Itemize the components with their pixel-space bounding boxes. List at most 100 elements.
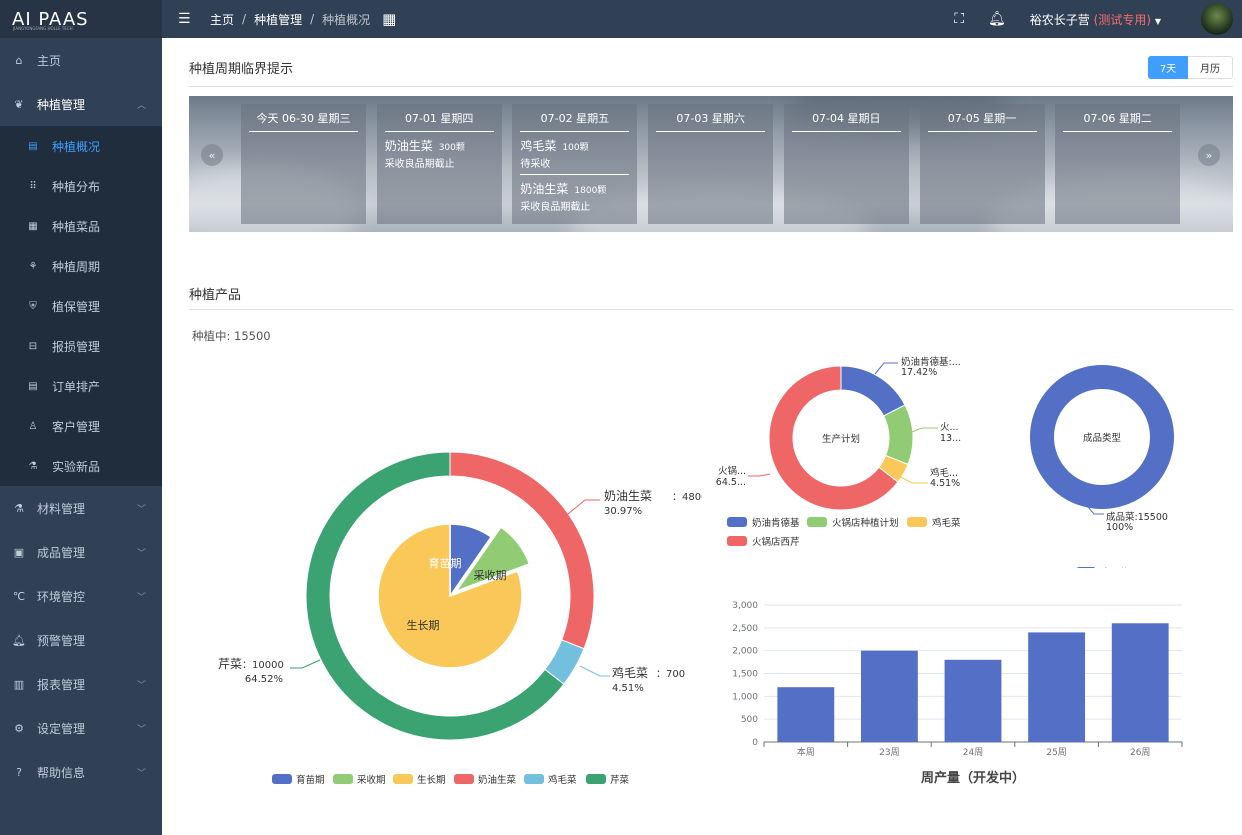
day-card[interactable]: 07-02 星期五 鸡毛菜 100颗 待采收 奶油生菜 1800颗 采收良品期截止 [512, 104, 638, 224]
sidebar-item-4[interactable]: ℃ 环境管控 ﹀ [0, 574, 162, 618]
app-logo[interactable]: AI PAAS JIANGYONGFANG HOLLE TECH [0, 0, 162, 38]
legend-swatch [727, 536, 747, 546]
chart-title: 周产量（开发中） [921, 770, 1025, 786]
x-tick-label: 26周 [1130, 747, 1150, 758]
callout-percent: 17.42% [901, 367, 937, 378]
sidebar-item-5[interactable]: 🔔︎ 预警管理 [0, 618, 162, 662]
sidebar: AI PAAS JIANGYONGFANG HOLLE TECH ⌂ 主页 ❦ 种植管理… [0, 0, 162, 835]
submenu-item-label: 种植菜品 [52, 219, 101, 234]
double-chevron-right-icon: » [1205, 148, 1213, 162]
submenu-item-3[interactable]: ⚘ 种植周期 [0, 246, 162, 286]
alert-entry[interactable]: 奶油生菜 300颗 采收良品期截止 [385, 132, 494, 174]
legend-label: 育苗期 [296, 774, 325, 786]
crop-qty: 300颗 [438, 143, 465, 153]
callout-line [874, 362, 898, 375]
x-tick-label: 23周 [879, 747, 899, 758]
day-card[interactable]: 今天 06-30 星期三 [241, 104, 366, 224]
day-card[interactable]: 07-05 星期一 [919, 104, 1045, 224]
sidebar-item-0[interactable]: ⌂ 主页 [0, 38, 162, 82]
callout-percent: 4.51% [612, 683, 644, 694]
sidebar-item-8[interactable]: ? 帮助信息 ﹀ [0, 750, 162, 794]
avatar[interactable] [1201, 3, 1233, 35]
x-tick-label: 24周 [963, 747, 983, 758]
submenu-item-5[interactable]: ⊟ 报损管理 [0, 326, 162, 366]
chevron-down-icon: ﹀ [136, 768, 146, 779]
submenu-item-1[interactable]: ⠿ 种植分布 [0, 166, 162, 206]
sidebar-item-7[interactable]: ⚙ 设定管理 ﹀ [0, 706, 162, 750]
production-plan-chart: 生产计划奶油肯德基:...17.42%火...13...鸡毛...4.51%火锅… [716, 356, 961, 548]
chevron-down-icon: ﹀ [136, 592, 146, 603]
sidebar-item-1[interactable]: ❦ 种植管理 ︿ [0, 82, 162, 126]
chart-center-title: 成品类型 [1083, 432, 1122, 444]
submenu-item-2[interactable]: ▦ 种植菜品 [0, 206, 162, 246]
sprout-icon: ❦ [14, 97, 24, 111]
alert-entry[interactable]: 奶油生菜 1800颗 采收良品期截止 [520, 175, 629, 217]
legend-label: 鸡毛菜 [932, 517, 961, 529]
callout-name: 芹菜 [218, 657, 242, 671]
sidebar-item-label: 环境管控 [37, 589, 86, 604]
submenu-item-0[interactable]: ▤ 种植概况 [0, 126, 162, 166]
legend-label: 火锅店西芹 [752, 536, 800, 548]
submenu: ▤ 种植概况 ⠿ 种植分布 ▦ 种植菜品 ⚘ 种植周期 ⛨ 植保管理 ⊟ 报损管理 ▤ 订单排产 ♙ 客户管理… [0, 126, 162, 486]
day-card[interactable]: 07-01 星期四 奶油生菜 300颗 采收良品期截止 [376, 104, 502, 224]
submenu-item-4[interactable]: ⛨ 植保管理 [0, 286, 162, 326]
sidebar-item-2[interactable]: ⚗ 材料管理 ﹀ [0, 486, 162, 530]
product-type-chart: 成品类型成品菜:15500100%成品菜 [1029, 365, 1174, 568]
sidebar-item-3[interactable]: ▣ 成品管理 ﹀ [0, 530, 162, 574]
legend-swatch [807, 517, 827, 527]
day-card[interactable]: 07-04 星期日 [783, 104, 909, 224]
callout-percent: 100% [1106, 522, 1133, 533]
breadcrumb-planting[interactable]: 种植管理 [254, 11, 302, 28]
alert-entry[interactable]: 鸡毛菜 100颗 待采收 [520, 132, 630, 175]
report-icon[interactable]: ▦ [382, 10, 396, 28]
tab-7-days[interactable]: 7天 [1148, 56, 1188, 79]
sidebar-item-label: 主页 [37, 53, 62, 68]
legend-label: 生长期 [417, 774, 446, 786]
submenu-item-8[interactable]: ⚗ 实验新品 [0, 446, 162, 486]
user-name: 裕农长子营 [1029, 12, 1090, 27]
submenu-item-7[interactable]: ♙ 客户管理 [0, 406, 162, 446]
sidebar-toggle-icon[interactable]: ☰ [178, 11, 192, 27]
crop-status: 待采收 [520, 159, 551, 170]
bar-3 [1028, 632, 1086, 742]
tab-calendar[interactable]: 月历 [1188, 56, 1233, 79]
submenu-item-6[interactable]: ▤ 订单排产 [0, 366, 162, 406]
y-tick-label: 500 [741, 715, 758, 725]
day-card[interactable]: 07-03 星期六 [648, 104, 774, 224]
x-tick-label: 本周 [797, 746, 815, 758]
y-tick-label: 3,000 [732, 601, 758, 611]
inner-label: 采收期 [474, 568, 507, 582]
callout-percent: 4.51% [930, 478, 960, 489]
crop-name: 奶油生菜 [384, 139, 433, 153]
products-title: 种植产品 [189, 288, 242, 303]
chevron-down-icon: ﹀ [136, 504, 146, 515]
notification-bell-icon[interactable]: 🔔︎ [988, 11, 1006, 27]
sidebar-item-label: 成品管理 [37, 545, 86, 560]
submenu-item-label: 种植周期 [52, 259, 101, 274]
submenu-item-label: 客户管理 [52, 419, 101, 434]
fullscreen-icon[interactable]: ⛶ [954, 11, 964, 27]
box-icon: ▣ [13, 545, 25, 559]
sidebar-item-6[interactable]: ▥ 报表管理 ﹀ [0, 662, 162, 706]
crop-name: 奶油生菜 [520, 182, 569, 196]
user-menu[interactable]: 裕农长子营 (测试专用) ▼ [1030, 11, 1161, 28]
sidebar-item-label: 材料管理 [37, 501, 86, 516]
calendar-icon: ▦ [28, 220, 38, 232]
carousel-prev-button[interactable]: « [201, 144, 223, 166]
legend-label: 奶油生菜 [478, 774, 517, 786]
y-tick-label: 1,000 [732, 692, 758, 702]
callout-name: 鸡毛菜 [612, 665, 648, 680]
breadcrumb-home[interactable]: 主页 [210, 11, 234, 28]
chart-center-title: 生产计划 [822, 433, 860, 445]
carousel-next-button[interactable]: » [1198, 144, 1220, 166]
callout-name: 火锅... [718, 466, 746, 477]
overview-icon: ▤ [28, 140, 38, 152]
day-card[interactable]: 07-06 星期二 [1055, 104, 1181, 224]
callout-name: 火... [940, 422, 959, 433]
gear-icon: ⚙ [14, 721, 24, 735]
callout-line [567, 499, 600, 515]
day-header: 07-02 星期五 [520, 104, 630, 132]
bell-icon: 🔔︎ [12, 633, 26, 647]
chevron-down-icon: ﹀ [136, 724, 146, 735]
bar-1 [860, 650, 918, 742]
